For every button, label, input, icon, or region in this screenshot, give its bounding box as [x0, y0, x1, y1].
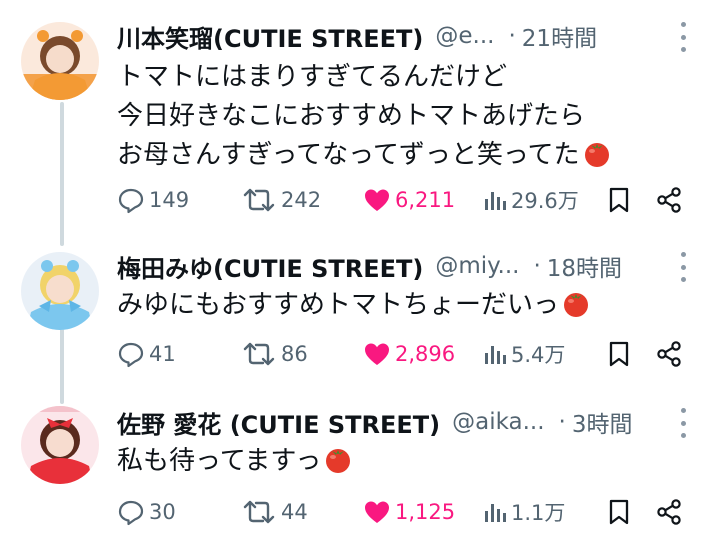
- reply-icon: [118, 342, 144, 368]
- reply-count: 41: [149, 342, 176, 366]
- share-icon: [657, 499, 681, 525]
- like-button[interactable]: 2,896: [363, 338, 455, 370]
- tomato-emoji: [564, 293, 589, 317]
- separator-dot: ·: [558, 409, 566, 435]
- tweet-actions: 30 44 1,125 1.1万: [117, 496, 697, 528]
- share-button[interactable]: [655, 338, 683, 370]
- display-name[interactable]: 川本笑瑠(CUTIE STREET): [117, 19, 423, 54]
- views-button[interactable]: 29.6万: [483, 184, 579, 216]
- heart-icon: [365, 343, 389, 365]
- tweet-text: 私も待ってますっ: [117, 442, 700, 481]
- retweet-count: 44: [281, 500, 308, 524]
- avatar[interactable]: [21, 22, 99, 100]
- tweet-text: みゆにもおすすめトマトちょーだいっ: [117, 286, 700, 325]
- bookmark-icon: [609, 341, 629, 367]
- reply-icon: [118, 500, 144, 526]
- tomato-emoji: [584, 143, 609, 167]
- tweet-text-line: 私も待ってますっ: [117, 446, 322, 476]
- views-button[interactable]: 1.1万: [483, 496, 565, 528]
- bookmark-icon: [609, 187, 629, 213]
- user-handle[interactable]: @aika...: [452, 409, 544, 435]
- tweet-actions: 41 86 2,896 5.4万: [117, 338, 697, 370]
- timestamp[interactable]: 18時間: [547, 249, 622, 283]
- views-icon: [485, 192, 506, 210]
- heart-icon: [365, 501, 389, 523]
- bookmark-icon: [609, 499, 629, 525]
- views-count: 1.1万: [511, 501, 566, 525]
- tweet[interactable]: 川本笑瑠(CUTIE STREET) @e... · 21時間 トマトにはまりす…: [0, 16, 720, 226]
- bookmark-button[interactable]: [607, 496, 631, 528]
- retweet-icon: [243, 342, 275, 366]
- retweet-button[interactable]: 242: [241, 184, 321, 216]
- tweet[interactable]: 梅田みゆ(CUTIE STREET) @miy... · 18時間 みゆにもおす…: [0, 246, 720, 386]
- tweet-text: トマトにはまりすぎてるんだけど 今日好きなこにおすすめトマトあげたら お母さんす…: [117, 58, 700, 175]
- more-icon[interactable]: [676, 408, 690, 438]
- timestamp[interactable]: 3時間: [572, 405, 633, 439]
- retweet-button[interactable]: 86: [241, 338, 308, 370]
- like-count: 2,896: [395, 342, 456, 366]
- like-button[interactable]: 1,125: [363, 496, 455, 528]
- retweet-count: 242: [281, 188, 322, 212]
- retweet-count: 86: [281, 342, 308, 366]
- reply-button[interactable]: 149: [117, 184, 189, 216]
- views-icon: [485, 504, 506, 522]
- tweet-header: 梅田みゆ(CUTIE STREET) @miy... · 18時間: [117, 246, 720, 286]
- separator-dot: ·: [533, 253, 541, 279]
- tweet-text-line: みゆにもおすすめトマトちょーだいっ: [117, 290, 560, 320]
- reply-icon: [118, 188, 144, 214]
- tweet-header: 佐野 愛花 (CUTIE STREET) @aika... · 3時間: [117, 402, 720, 442]
- share-button[interactable]: [655, 496, 683, 528]
- reply-count: 30: [149, 500, 176, 524]
- bookmark-button[interactable]: [607, 184, 631, 216]
- views-count: 29.6万: [511, 189, 579, 213]
- tweet-header: 川本笑瑠(CUTIE STREET) @e... · 21時間: [117, 16, 720, 56]
- tomato-emoji: [326, 449, 351, 473]
- tweet-actions: 149 242 6,211 29.6万: [117, 184, 697, 216]
- tweet-text-line: お母さんすぎってなってずっと笑ってた: [117, 140, 580, 170]
- more-icon[interactable]: [676, 22, 690, 52]
- views-icon: [485, 346, 506, 364]
- display-name[interactable]: 梅田みゆ(CUTIE STREET): [117, 249, 423, 284]
- like-count: 1,125: [395, 500, 456, 524]
- share-button[interactable]: [655, 184, 683, 216]
- bookmark-button[interactable]: [607, 338, 631, 370]
- tweet[interactable]: 佐野 愛花 (CUTIE STREET) @aika... · 3時間 私も待っ…: [0, 402, 720, 542]
- retweet-button[interactable]: 44: [241, 496, 308, 528]
- like-count: 6,211: [395, 188, 456, 212]
- reply-button[interactable]: 30: [117, 496, 176, 528]
- reply-count: 149: [149, 188, 190, 212]
- share-icon: [657, 187, 681, 213]
- views-count: 5.4万: [511, 343, 566, 367]
- user-handle[interactable]: @e...: [435, 23, 494, 49]
- like-button[interactable]: 6,211: [363, 184, 455, 216]
- avatar[interactable]: [21, 406, 99, 484]
- views-button[interactable]: 5.4万: [483, 338, 565, 370]
- retweet-icon: [243, 500, 275, 524]
- reply-button[interactable]: 41: [117, 338, 176, 370]
- display-name[interactable]: 佐野 愛花 (CUTIE STREET): [117, 405, 440, 440]
- heart-icon: [365, 189, 389, 211]
- avatar[interactable]: [21, 252, 99, 330]
- more-icon[interactable]: [676, 252, 690, 282]
- share-icon: [657, 341, 681, 367]
- timestamp[interactable]: 21時間: [522, 19, 597, 53]
- user-handle[interactable]: @miy...: [435, 253, 519, 279]
- retweet-icon: [243, 188, 275, 212]
- tweet-text-line: トマトにはまりすぎてるんだけど: [117, 62, 508, 92]
- separator-dot: ·: [508, 23, 516, 49]
- tweet-text-line: 今日好きなこにおすすめトマトあげたら: [117, 101, 586, 131]
